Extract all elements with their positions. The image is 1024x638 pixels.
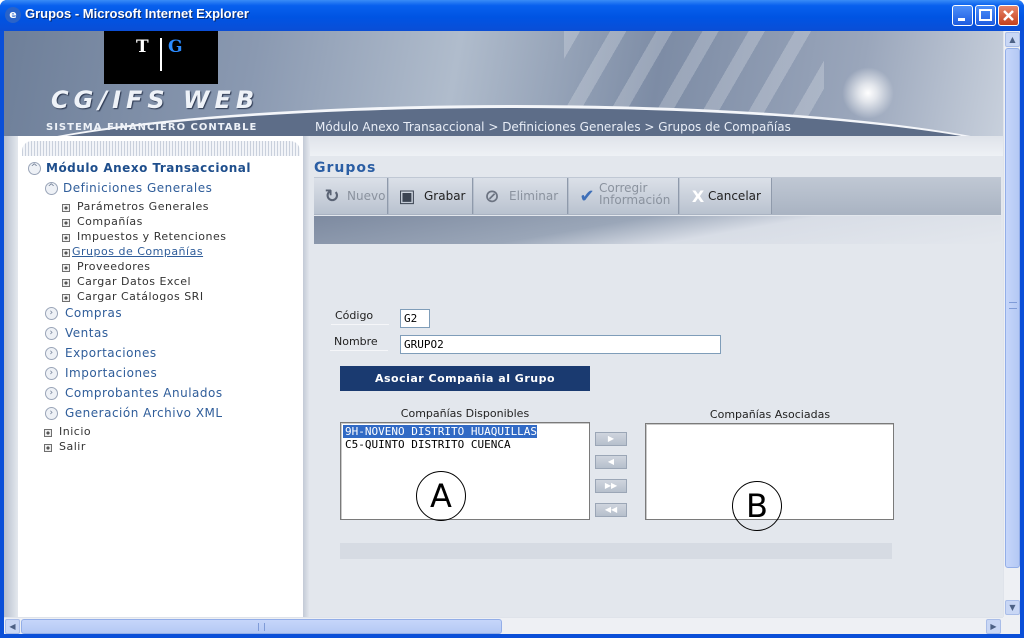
- sidebar-left-edge: [4, 136, 18, 617]
- grip-icon: [258, 623, 265, 631]
- scroll-left-icon[interactable]: ◀: [5, 619, 20, 634]
- arrow-right-icon: ›: [45, 307, 58, 320]
- tg-logo: T G: [104, 31, 218, 84]
- bullet-icon: [62, 294, 70, 302]
- horizontal-scrollbar[interactable]: ◀ ▶: [4, 617, 1003, 634]
- logo-letter-t: T: [136, 37, 149, 57]
- corregir-button[interactable]: ✔ Corregir Información: [569, 178, 679, 214]
- arrow-right-icon: ›: [45, 387, 58, 400]
- list-item[interactable]: 9H-NOVENO DISTRITO HUAQUILLAS: [341, 424, 539, 439]
- scroll-up-icon[interactable]: ▲: [1005, 32, 1020, 47]
- bullet-icon: [62, 234, 70, 242]
- grip-icon: [1009, 302, 1017, 309]
- brand-subtitle: SISTEMA FINANCIERO CONTABLE: [46, 122, 258, 133]
- x-icon: X: [691, 187, 705, 206]
- arrow-right-icon: ›: [45, 327, 58, 340]
- horizontal-scroll-thumb[interactable]: [21, 619, 502, 634]
- move-all-left-button[interactable]: ◀◀: [595, 503, 627, 517]
- collapse-icon: ^: [45, 182, 58, 195]
- bullet-icon: [62, 204, 70, 212]
- nombre-label: Nombre: [330, 333, 388, 351]
- no-entry-icon: ⊘: [484, 186, 500, 207]
- sidebar-module-label: Módulo Anexo Transaccional: [46, 161, 251, 175]
- list-item[interactable]: C5-QUINTO DISTRITO CUENCA: [343, 438, 511, 451]
- asociadas-label: Compañías Asociadas: [709, 408, 831, 421]
- codigo-field[interactable]: G2: [400, 309, 430, 328]
- sidebar: ^ Módulo Anexo Transaccional ^ Definicio…: [18, 136, 303, 617]
- maximize-icon: [979, 9, 992, 21]
- bullet-icon: [62, 219, 70, 227]
- ie-icon: e: [5, 7, 21, 23]
- codigo-label: Código: [331, 307, 389, 325]
- cancelar-button[interactable]: X Cancelar: [680, 178, 772, 214]
- annotation-a: A: [416, 471, 466, 521]
- content-top-decoration: [310, 136, 1003, 156]
- app-header: T G CG/IFS WEB SISTEMA FINANCIERO CONTAB…: [4, 31, 1003, 136]
- toolbar: ↻ Nuevo ▣ Grabar ⊘ Eliminar ✔ Corregir I…: [314, 177, 1001, 215]
- move-all-right-button[interactable]: ▶▶: [595, 479, 627, 493]
- arrow-right-icon: ›: [45, 407, 58, 420]
- minimize-button[interactable]: [952, 5, 973, 26]
- brand-name: CG/IFS WEB: [51, 86, 260, 114]
- save-icon: ▣: [398, 186, 416, 207]
- bullet-icon: [62, 264, 70, 272]
- scroll-down-icon[interactable]: ▼: [1005, 600, 1020, 615]
- close-icon: [1003, 10, 1014, 21]
- refresh-icon: ↻: [324, 186, 340, 207]
- close-button[interactable]: [998, 5, 1019, 26]
- sidebar-right-edge: [303, 136, 310, 617]
- asociar-compania-button[interactable]: Asociar Compañia al Grupo: [340, 366, 590, 391]
- logo-bar: [160, 38, 162, 71]
- disponibles-label: Compañías Disponibles: [400, 407, 530, 420]
- vertical-scrollbar[interactable]: ▲ ▼: [1003, 31, 1020, 617]
- bullet-icon: [62, 279, 70, 287]
- nombre-field[interactable]: GRUPO2: [400, 335, 721, 354]
- sidebar-section-label: Definiciones Generales: [63, 181, 213, 195]
- breadcrumb: Módulo Anexo Transaccional > Definicione…: [315, 120, 791, 134]
- content-panel: Grupos ↻ Nuevo ▣ Grabar ⊘ Eliminar ✔ Cor…: [310, 136, 1003, 617]
- disponibles-list[interactable]: 9H-NOVENO DISTRITO HUAQUILLAS C5-QUINTO …: [340, 422, 590, 521]
- move-right-button[interactable]: ▶: [595, 432, 627, 446]
- bullet-icon: [44, 444, 52, 452]
- page-title: Grupos: [314, 160, 377, 176]
- window-title: Grupos - Microsoft Internet Explorer: [25, 6, 249, 21]
- minimize-icon: [958, 18, 965, 21]
- bullet-icon: [62, 249, 70, 257]
- scroll-right-icon[interactable]: ▶: [986, 619, 1001, 634]
- header-glow: [842, 67, 894, 119]
- sidebar-top-decoration: [22, 141, 300, 156]
- message-bar: [340, 543, 892, 559]
- annotation-b: B: [732, 481, 782, 531]
- title-bar: e Grupos - Microsoft Internet Explorer: [0, 0, 1024, 31]
- check-icon: ✔: [579, 186, 595, 207]
- bullet-icon: [44, 429, 52, 437]
- nuevo-button[interactable]: ↻ Nuevo: [314, 178, 388, 214]
- toolbar-wave: [314, 216, 1001, 244]
- page-viewport: T G CG/IFS WEB SISTEMA FINANCIERO CONTAB…: [4, 31, 1020, 634]
- browser-window: e Grupos - Microsoft Internet Explorer T…: [0, 0, 1024, 638]
- asociadas-list[interactable]: B: [645, 423, 894, 531]
- arrow-right-icon: ›: [45, 367, 58, 380]
- grabar-button[interactable]: ▣ Grabar: [389, 178, 473, 214]
- eliminar-button[interactable]: ⊘ Eliminar: [474, 178, 568, 214]
- collapse-icon: ^: [28, 162, 41, 175]
- vertical-scroll-thumb[interactable]: [1005, 48, 1020, 568]
- move-left-button[interactable]: ◀: [595, 455, 627, 469]
- maximize-button[interactable]: [975, 5, 996, 26]
- scroll-corner: [1003, 617, 1020, 634]
- arrow-right-icon: ›: [45, 347, 58, 360]
- logo-letter-g: G: [168, 37, 183, 57]
